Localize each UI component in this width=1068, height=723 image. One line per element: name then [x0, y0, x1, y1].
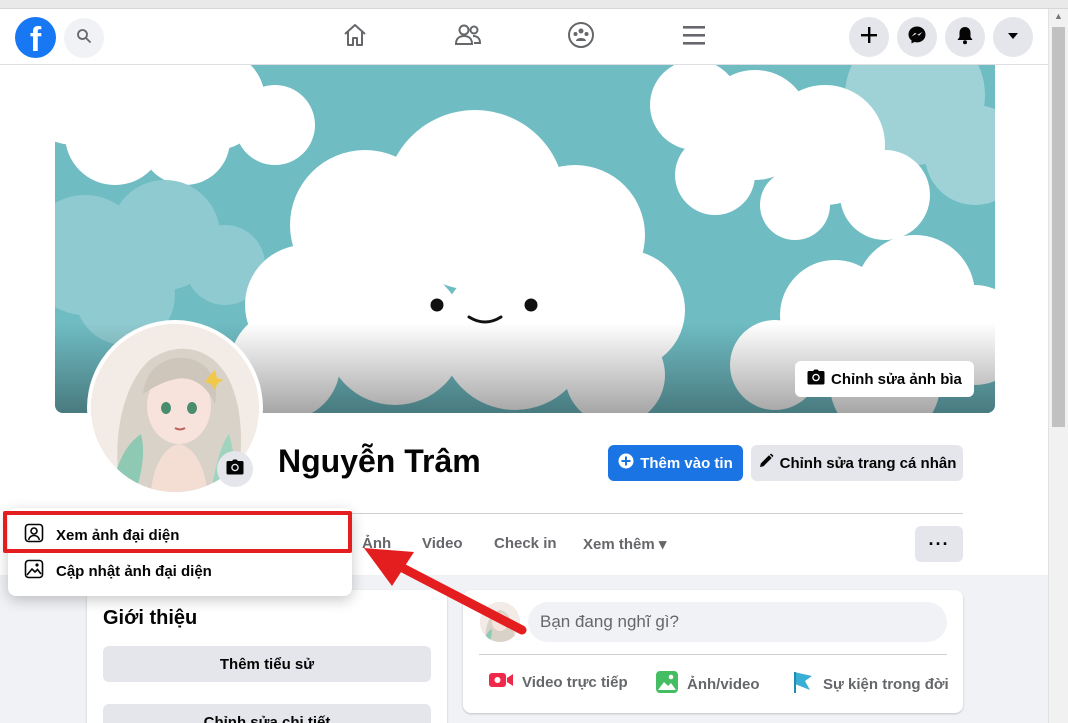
live-video-label: Video trực tiếp [522, 673, 628, 691]
camera-icon [226, 459, 244, 480]
edit-details-label: Chỉnh sửa chi tiết [203, 713, 331, 723]
edit-profile-button[interactable]: Chỉnh sửa trang cá nhân [751, 445, 963, 481]
messenger-button[interactable] [897, 17, 937, 57]
browser-strip [0, 0, 1068, 9]
profile-header: Chỉnh sửa ảnh bìa Nguyễn Trâm Thêm vào t… [0, 65, 1048, 575]
facebook-logo[interactable]: f [15, 17, 56, 58]
menu-tab[interactable] [678, 21, 710, 53]
caret-down-icon [1006, 28, 1020, 46]
highlight-annotation-box [3, 511, 352, 553]
friends-icon [453, 21, 483, 54]
composer-divider [479, 654, 947, 655]
more-options-button[interactable]: ··· [915, 526, 963, 562]
add-to-story-label: Thêm vào tin [640, 454, 733, 472]
add-bio-button[interactable]: Thêm tiểu sử [103, 646, 431, 682]
messenger-icon [907, 25, 927, 50]
composer-input[interactable]: Bạn đang nghĩ gì? [528, 602, 947, 642]
groups-icon [567, 21, 595, 54]
camera-icon [807, 369, 825, 389]
menu-icon [681, 23, 707, 52]
search-button[interactable] [64, 18, 104, 58]
plus-icon [860, 26, 878, 49]
update-avatar-item[interactable]: Cập nhật ảnh đại diện [8, 554, 352, 588]
edit-cover-button[interactable]: Chỉnh sửa ảnh bìa [795, 361, 974, 397]
live-video-icon [488, 670, 514, 694]
photo-video-label: Ảnh/video [687, 675, 760, 693]
groups-tab[interactable] [565, 21, 597, 53]
bell-icon [956, 25, 974, 50]
scroll-thumb[interactable] [1052, 27, 1065, 427]
search-icon [76, 28, 92, 49]
ellipsis-icon: ··· [928, 533, 950, 554]
flag-icon [791, 670, 815, 698]
scroll-up-arrow[interactable]: ▲ [1054, 11, 1063, 21]
create-button[interactable] [849, 17, 889, 57]
profile-name: Nguyễn Trâm [278, 443, 481, 479]
edit-cover-label: Chỉnh sửa ảnh bìa [831, 370, 962, 388]
photo-video-button[interactable]: Ảnh/video [655, 670, 760, 698]
home-tab[interactable] [339, 21, 371, 53]
edit-profile-label: Chỉnh sửa trang cá nhân [779, 454, 957, 472]
notifications-button[interactable] [945, 17, 985, 57]
intro-title: Giới thiệu [103, 607, 198, 629]
add-to-story-button[interactable]: Thêm vào tin [608, 445, 743, 481]
avatar-camera-button[interactable] [217, 451, 253, 487]
edit-details-button[interactable]: Chỉnh sửa chi tiết [103, 704, 431, 723]
friends-tab[interactable] [452, 21, 484, 53]
life-event-label: Sự kiện trong đời [823, 675, 949, 693]
account-button[interactable] [993, 17, 1033, 57]
update-avatar-label: Cập nhật ảnh đại diện [56, 562, 212, 580]
tab-more[interactable]: Xem thêm ▾ [583, 535, 666, 553]
add-bio-label: Thêm tiểu sử [219, 655, 315, 673]
plus-circle-icon [618, 453, 634, 473]
image-icon [24, 559, 44, 583]
pencil-icon [758, 453, 774, 473]
life-event-button[interactable]: Sự kiện trong đời [791, 670, 949, 698]
annotation-arrow [364, 548, 527, 635]
live-video-button[interactable]: Video trực tiếp [488, 670, 628, 694]
top-navbar: f [0, 9, 1048, 65]
page-scrollbar[interactable]: ▲ [1048, 9, 1068, 723]
tab-more-label: Xem thêm [583, 536, 655, 553]
home-icon [341, 21, 369, 54]
photo-icon [655, 670, 679, 698]
chevron-down-icon: ▾ [658, 536, 667, 553]
composer-placeholder: Bạn đang nghĩ gì? [540, 612, 679, 631]
